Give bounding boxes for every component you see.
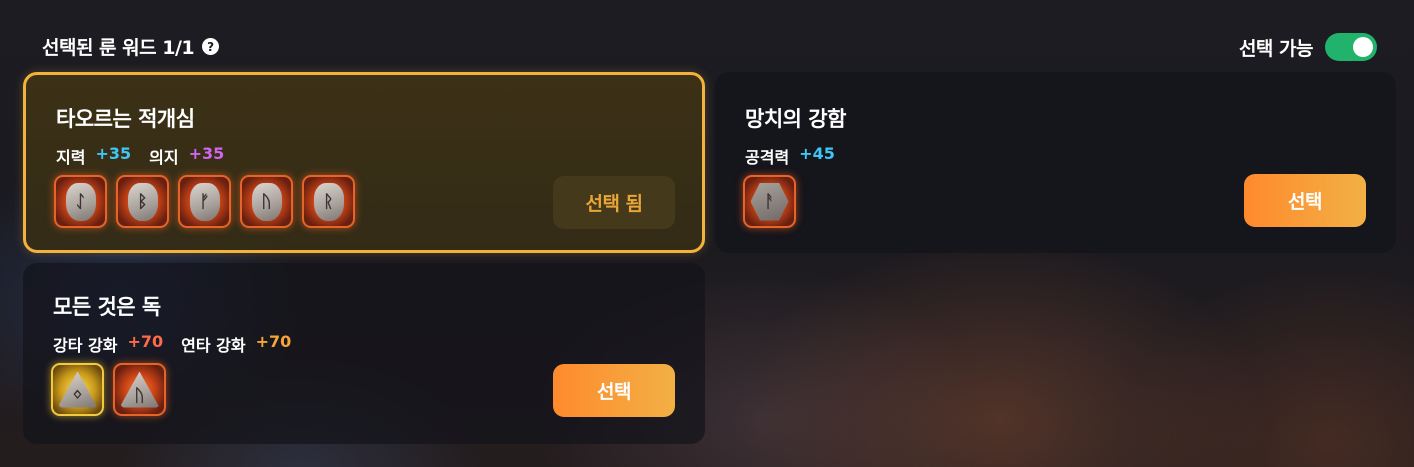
- rune-stone-icon: ᛜ: [57, 371, 98, 408]
- stat-value: +35: [188, 144, 225, 163]
- rune-slots: ᚨ: [743, 175, 796, 228]
- selected-runeword-header: 선택된 룬 워드 1/1 ?: [42, 33, 220, 60]
- stat-value: +45: [799, 144, 835, 163]
- selectable-filter: 선택 가능: [1239, 33, 1377, 61]
- select-button[interactable]: 선택: [553, 364, 675, 417]
- stat-attack: 공격력 +45: [745, 144, 835, 168]
- rune-stone-icon: ᛇ: [65, 182, 96, 221]
- runeword-card-burning-hostility[interactable]: 타오르는 적개심 지력 +35 의지 +35 ᛇ ᛒ ᚠ ᚢ ᚱ 선택 됨: [23, 72, 705, 253]
- rune-slots: ᛇ ᛒ ᚠ ᚢ ᚱ: [54, 175, 355, 228]
- runeword-title: 타오르는 적개심: [56, 107, 195, 131]
- stat-will: 의지 +35: [149, 144, 224, 168]
- rune-slot[interactable]: ᛜ: [51, 363, 104, 416]
- selected-runeword-title: 선택된 룬 워드 1/1: [42, 37, 195, 59]
- stat-name: 연타 강화: [181, 336, 246, 355]
- runeword-card-hammer-strength[interactable]: 망치의 강함 공격력 +45 ᚨ 선택: [715, 72, 1396, 253]
- select-button[interactable]: 선택: [1244, 174, 1366, 227]
- rune-stone-icon: ᚢ: [119, 371, 160, 408]
- toggle-knob: [1353, 37, 1373, 57]
- stat-combo-strike: 연타 강화 +70: [181, 332, 291, 356]
- rune-stone-icon: ᚢ: [251, 182, 282, 221]
- stat-name: 의지: [149, 148, 179, 167]
- rune-slot[interactable]: ᚠ: [178, 175, 231, 228]
- selectable-toggle-label: 선택 가능: [1238, 37, 1314, 60]
- runeword-title: 모든 것은 독: [53, 295, 161, 319]
- rune-slot[interactable]: ᚢ: [113, 363, 166, 416]
- rune-stone-icon: ᚱ: [313, 182, 344, 221]
- selectable-toggle[interactable]: [1325, 33, 1377, 61]
- stat-value: +70: [127, 332, 164, 351]
- help-icon[interactable]: ?: [202, 38, 220, 55]
- stat-value: +35: [95, 144, 132, 163]
- stat-intelligence: 지력 +35: [56, 144, 131, 168]
- rune-slot[interactable]: ᚱ: [302, 175, 355, 228]
- stat-name: 강타 강화: [53, 336, 118, 355]
- rune-stone-icon: ᚠ: [189, 182, 220, 221]
- stat-value: +70: [255, 332, 292, 351]
- runeword-title: 망치의 강함: [745, 107, 846, 131]
- runeword-stats: 공격력 +45: [745, 144, 835, 168]
- runeword-stats: 지력 +35 의지 +35: [56, 144, 224, 168]
- stat-name: 공격력: [745, 148, 790, 167]
- rune-stone-icon: ᚨ: [750, 182, 789, 221]
- rune-slot[interactable]: ᛒ: [116, 175, 169, 228]
- runeword-stats: 강타 강화 +70 연타 강화 +70: [53, 332, 291, 356]
- rune-slot[interactable]: ᚢ: [240, 175, 293, 228]
- selected-button[interactable]: 선택 됨: [553, 176, 675, 229]
- runeword-card-all-is-poison[interactable]: 모든 것은 독 강타 강화 +70 연타 강화 +70 ᛜ ᚢ 선택: [23, 263, 705, 444]
- rune-slot[interactable]: ᛇ: [54, 175, 107, 228]
- rune-slots: ᛜ ᚢ: [51, 363, 166, 416]
- rune-slot[interactable]: ᚨ: [743, 175, 796, 228]
- stat-name: 지력: [56, 148, 86, 167]
- rune-stone-icon: ᛒ: [127, 182, 158, 221]
- stat-heavy-strike: 강타 강화 +70: [53, 332, 163, 356]
